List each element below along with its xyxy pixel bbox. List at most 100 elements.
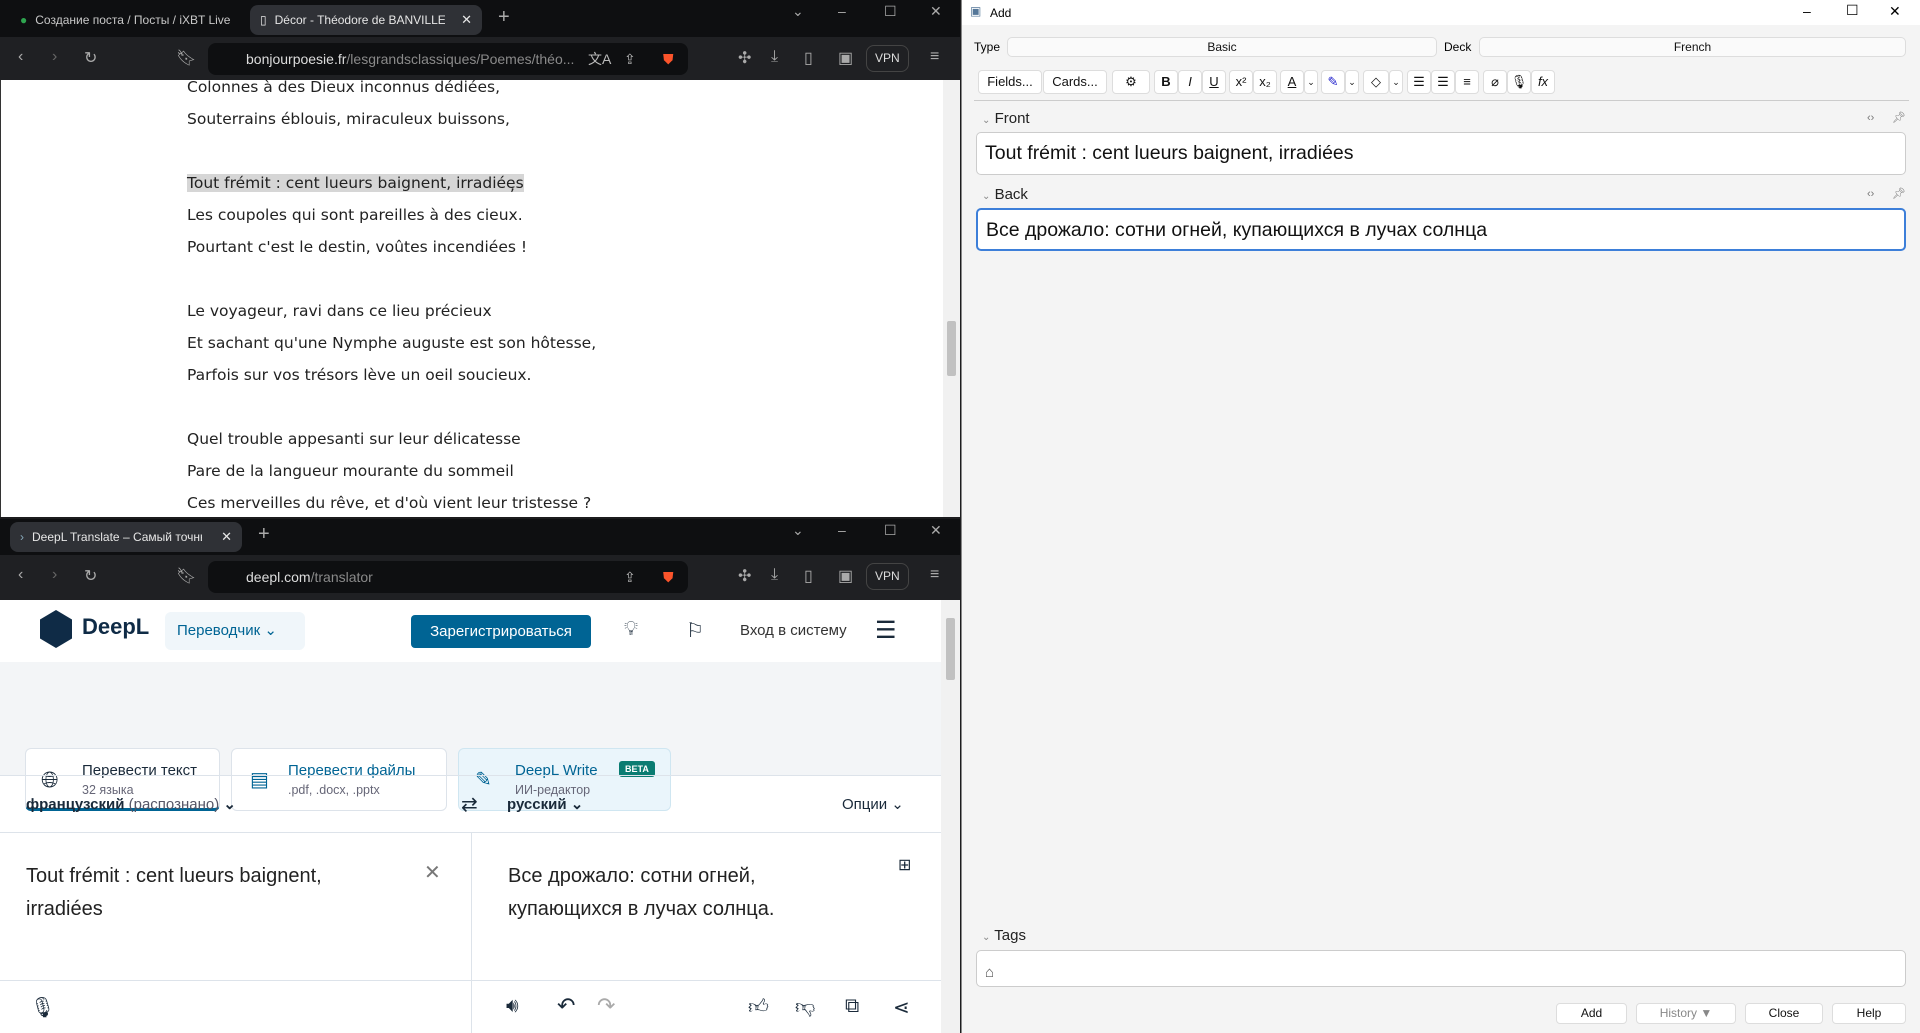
brave-shield-icon[interactable]: ⛊ bbox=[663, 51, 674, 68]
extensions-icon[interactable]: ✣ bbox=[738, 566, 751, 586]
bold-button[interactable]: B bbox=[1154, 70, 1178, 94]
tab-search-icon[interactable]: ⌄ bbox=[792, 522, 804, 539]
menu-icon[interactable]: ≡ bbox=[930, 48, 939, 66]
sidebar-icon[interactable]: ▯ bbox=[804, 566, 813, 586]
tags-input[interactable]: ⌂ bbox=[976, 950, 1906, 987]
numbered-list-icon[interactable]: ☰ bbox=[1431, 70, 1455, 94]
wallet-icon[interactable]: ▣ bbox=[838, 48, 853, 68]
downloads-icon[interactable]: ⤓ bbox=[771, 48, 778, 66]
chevron-down-icon[interactable]: ⌄ bbox=[1304, 70, 1318, 94]
settings-gear-icon[interactable]: ⚙ bbox=[1112, 70, 1150, 94]
bookmark-icon[interactable]: 🔖︎ bbox=[176, 48, 196, 68]
forward-icon[interactable]: › bbox=[52, 48, 57, 66]
tab-ixbt[interactable]: ● Создание поста / Посты / iXBT Live bbox=[10, 5, 245, 35]
speaker-icon[interactable]: 🔊︎ bbox=[506, 995, 519, 1018]
close-tab-icon[interactable]: ✕ bbox=[221, 529, 232, 545]
deck-selector[interactable]: French bbox=[1479, 37, 1906, 57]
address-bar[interactable]: bonjourpoesie.fr/lesgrandsclassiques/Poe… bbox=[208, 43, 688, 75]
reload-icon[interactable]: ↻ bbox=[84, 566, 97, 586]
highlight-icon[interactable]: ✎ bbox=[1321, 70, 1345, 94]
math-fx-button[interactable]: fx bbox=[1531, 70, 1555, 94]
italic-button[interactable]: I bbox=[1178, 70, 1202, 94]
eraser-icon[interactable]: ◇ bbox=[1363, 70, 1389, 94]
scroll-thumb[interactable] bbox=[947, 321, 956, 376]
share-icon[interactable]: ⇪ bbox=[624, 51, 636, 68]
cards-button[interactable]: Cards... bbox=[1043, 70, 1107, 94]
microphone-icon[interactable]: 🎙︎ bbox=[30, 995, 55, 1020]
html-editor-icon[interactable]: ‹› bbox=[1867, 188, 1874, 200]
close-tab-icon[interactable]: ✕ bbox=[461, 12, 472, 28]
front-field[interactable]: Tout frémit : cent lueurs baignent, irra… bbox=[976, 132, 1906, 175]
close-button[interactable]: Close bbox=[1745, 1003, 1823, 1024]
reload-icon[interactable]: ↻ bbox=[84, 48, 97, 68]
translate-icon[interactable]: 文A bbox=[588, 49, 611, 69]
address-bar[interactable]: deepl.com/translator ⇪ ⛊ bbox=[208, 561, 688, 593]
maximize-button[interactable]: ☐ bbox=[1846, 2, 1859, 19]
lightbulb-icon[interactable]: 💡︎ bbox=[624, 618, 638, 641]
microphone-icon[interactable]: 🎙︎ bbox=[1507, 70, 1531, 94]
target-language-select[interactable]: русский ⌄ bbox=[507, 795, 583, 813]
extensions-icon[interactable]: ✣ bbox=[738, 48, 751, 68]
underline-button[interactable]: U bbox=[1202, 70, 1226, 94]
login-link[interactable]: Вход в систему bbox=[740, 622, 847, 639]
pin-icon[interactable]: 📌︎ bbox=[1892, 111, 1906, 124]
redo-icon[interactable]: ↷ bbox=[597, 993, 615, 1019]
chevron-down-icon[interactable]: ⌄ bbox=[1345, 70, 1359, 94]
top-scrollbar[interactable] bbox=[943, 80, 960, 517]
back-icon[interactable]: ‹ bbox=[18, 566, 23, 584]
align-icon[interactable]: ≡ bbox=[1455, 70, 1479, 94]
tags-label[interactable]: ⌄ Tags bbox=[982, 927, 1026, 944]
back-icon[interactable]: ‹ bbox=[18, 48, 23, 66]
wallet-icon[interactable]: ▣ bbox=[838, 566, 853, 586]
copy-icon[interactable]: ⧉ bbox=[845, 995, 859, 1018]
attach-icon[interactable]: ⌀ bbox=[1483, 70, 1507, 94]
help-button[interactable]: Help bbox=[1832, 1003, 1906, 1024]
close-window-button[interactable]: ✕ bbox=[930, 522, 942, 539]
note-type-selector[interactable]: Basic bbox=[1007, 37, 1437, 57]
minimize-button[interactable]: – bbox=[838, 3, 846, 19]
superscript-button[interactable]: x² bbox=[1229, 70, 1253, 94]
fields-button[interactable]: Fields... bbox=[978, 70, 1042, 94]
tab-search-icon[interactable]: ⌄ bbox=[792, 3, 804, 20]
subscript-button[interactable]: x₂ bbox=[1253, 70, 1277, 94]
bookmark-icon[interactable]: ⚐ bbox=[686, 618, 704, 643]
vpn-button[interactable]: VPN bbox=[866, 563, 909, 590]
deepl-scrollbar[interactable] bbox=[941, 600, 960, 1033]
back-label[interactable]: ⌄ Back bbox=[982, 186, 1028, 203]
front-label[interactable]: ⌄ Front bbox=[982, 110, 1030, 127]
thumbs-up-icon[interactable]: 👍︎ bbox=[748, 995, 769, 1019]
sidebar-icon[interactable]: ▯ bbox=[804, 48, 813, 68]
source-language-select[interactable]: французский (распознано) ⌄ bbox=[26, 795, 236, 813]
chevron-down-icon[interactable]: ⌄ bbox=[1389, 70, 1403, 94]
bookmark-icon[interactable]: 🔖︎ bbox=[176, 566, 196, 586]
bullet-list-icon[interactable]: ☰ bbox=[1407, 70, 1431, 94]
add-button[interactable]: Add bbox=[1556, 1003, 1627, 1024]
new-tab-button[interactable]: + bbox=[498, 6, 510, 29]
minimize-button[interactable]: – bbox=[838, 522, 846, 538]
pin-icon[interactable]: 📌︎ bbox=[1892, 187, 1906, 200]
maximize-button[interactable]: ☐ bbox=[884, 3, 897, 20]
share-icon[interactable]: ⇪ bbox=[624, 569, 636, 586]
brave-shield-icon[interactable]: ⛊ bbox=[663, 569, 674, 586]
hamburger-menu-icon[interactable]: ☰ bbox=[875, 616, 897, 645]
translator-menu-button[interactable]: Переводчик ⌄ bbox=[165, 612, 305, 650]
undo-icon[interactable]: ↶ bbox=[557, 993, 575, 1019]
save-bookmark-icon[interactable]: ⊞ bbox=[898, 855, 911, 875]
html-editor-icon[interactable]: ‹› bbox=[1867, 112, 1874, 124]
new-tab-button[interactable]: + bbox=[258, 523, 270, 546]
text-color-button[interactable]: A bbox=[1280, 70, 1304, 94]
close-window-button[interactable]: ✕ bbox=[930, 3, 942, 20]
register-button[interactable]: Зарегистрироваться bbox=[411, 615, 591, 648]
thumbs-down-icon[interactable]: 👎︎ bbox=[795, 995, 815, 1019]
downloads-icon[interactable]: ⤓ bbox=[771, 566, 778, 584]
history-button[interactable]: History ▼ bbox=[1636, 1003, 1736, 1024]
clear-text-icon[interactable]: ✕ bbox=[424, 860, 441, 885]
tab-deepl[interactable]: › DeepL Translate – Самый точны ✕ bbox=[10, 522, 242, 552]
close-window-button[interactable]: ✕ bbox=[1889, 3, 1901, 20]
menu-icon[interactable]: ≡ bbox=[930, 566, 939, 584]
swap-languages-icon[interactable]: ⇄ bbox=[461, 792, 478, 817]
minimize-button[interactable]: – bbox=[1803, 3, 1811, 19]
vpn-button[interactable]: VPN bbox=[866, 45, 909, 72]
source-text-input[interactable]: Tout frémit : cent lueurs baignent, irra… bbox=[26, 860, 356, 926]
back-field[interactable]: Все дрожало: сотни огней, купающихся в л… bbox=[976, 208, 1906, 251]
